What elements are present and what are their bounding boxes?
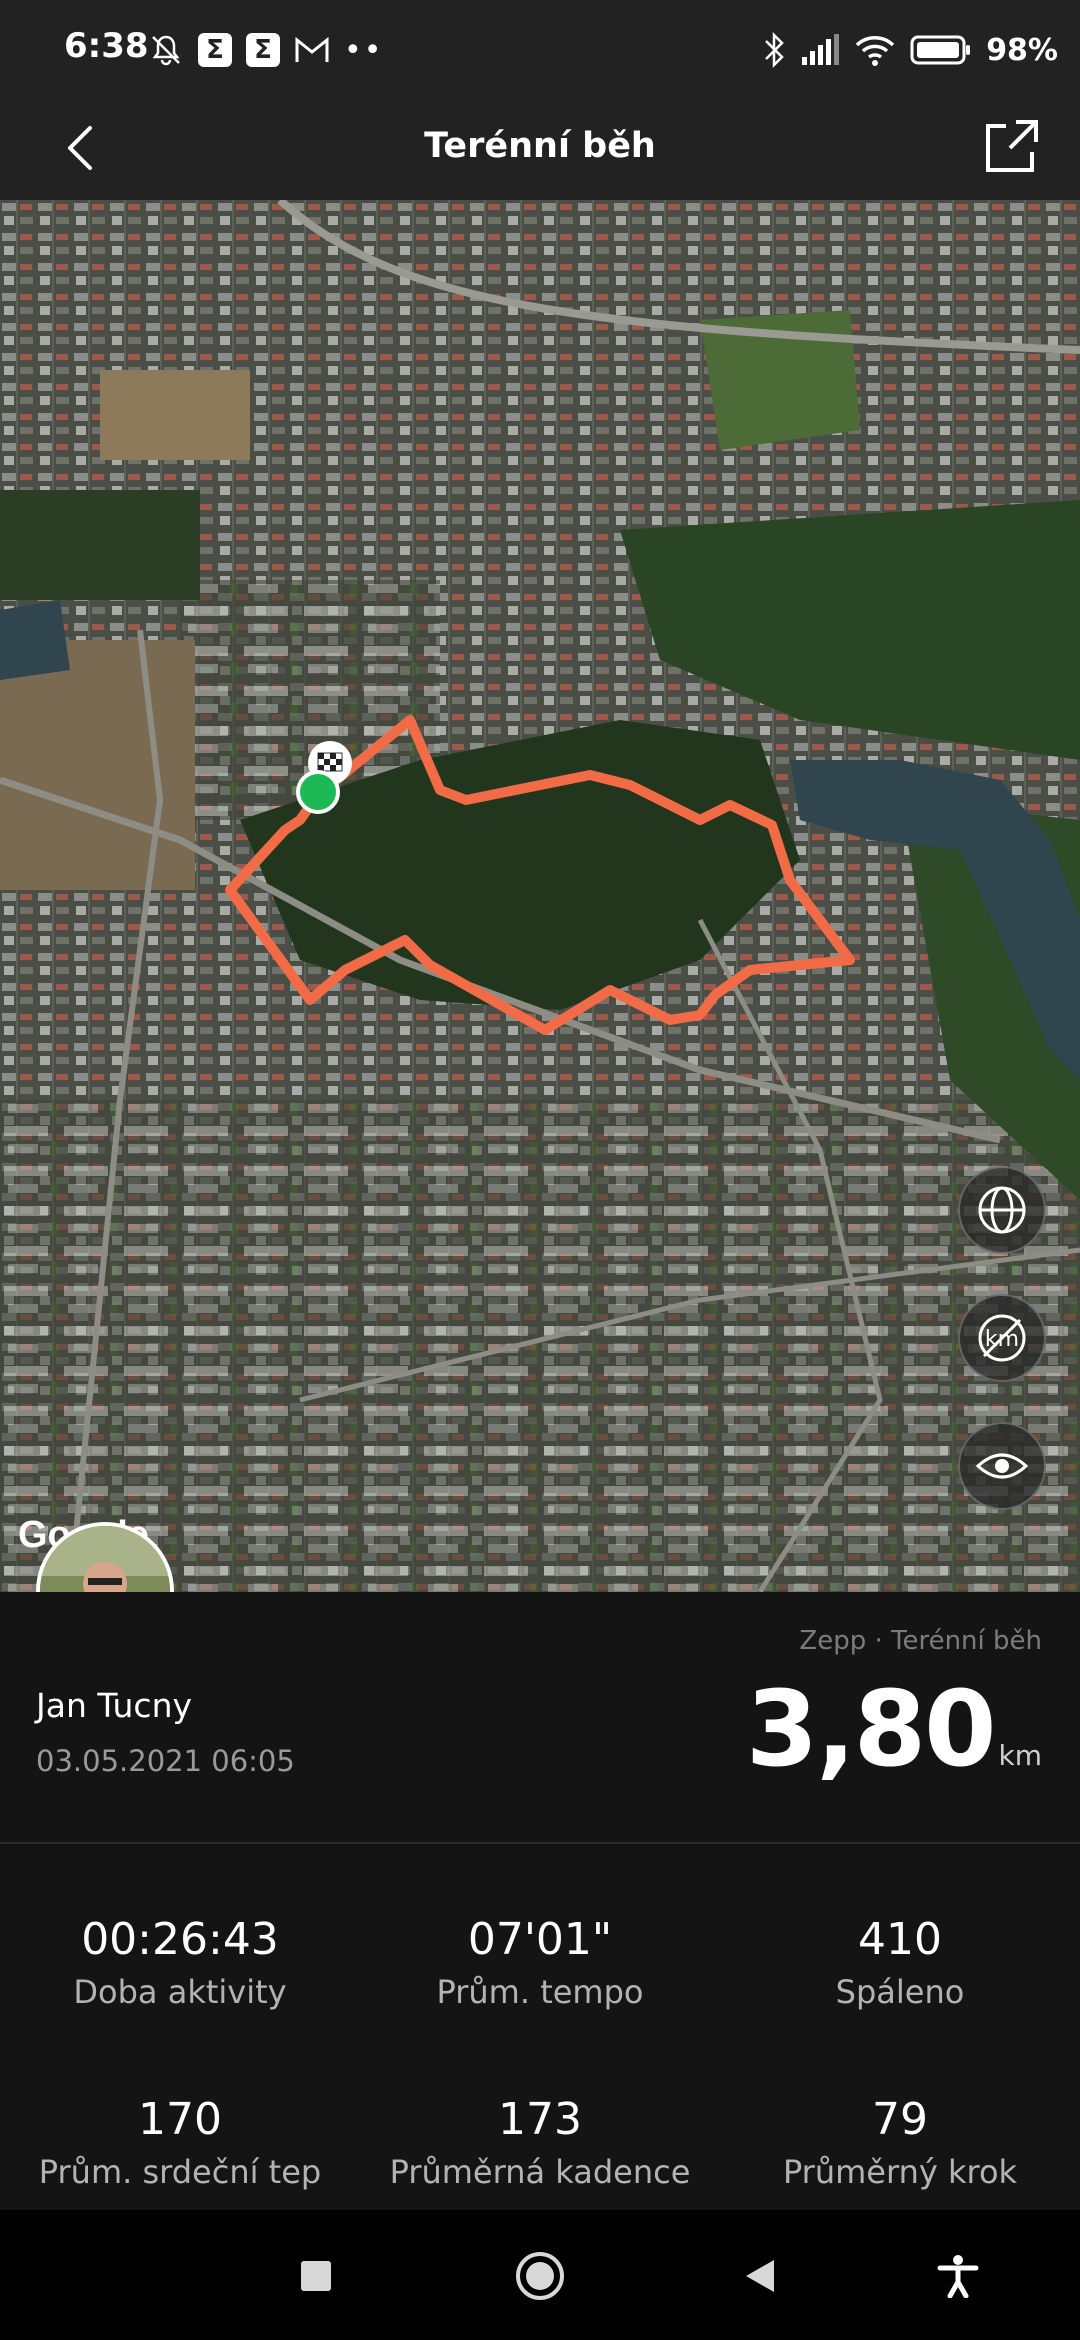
route-map[interactable]: km Google <box>0 200 1080 1592</box>
stat-value: 00:26:43 <box>81 1914 279 1965</box>
gmail-icon <box>295 36 329 62</box>
activity-date: 03.05.2021 06:05 <box>36 1744 295 1778</box>
start-marker <box>296 770 340 814</box>
recents-button[interactable] <box>284 2244 348 2308</box>
recents-square-icon <box>301 2261 331 2291</box>
share-button[interactable] <box>976 112 1044 180</box>
home-circle-icon <box>516 2252 564 2300</box>
share-icon <box>986 120 1038 172</box>
status-icons-left: Σ Σ •• <box>148 28 383 72</box>
km-toggle-icon: km <box>978 1314 1026 1362</box>
activity-source: Zepp · Terénní běh <box>799 1626 1042 1656</box>
sigma-icon: Σ <box>198 33 232 67</box>
stat-avg-pace: 07'01" Prům. tempo <box>360 1914 720 2011</box>
stat-label: Průměrný krok <box>782 2153 1018 2191</box>
visibility-toggle[interactable] <box>958 1422 1046 1510</box>
stat-value: 07'01" <box>467 1914 613 1965</box>
user-name: Jan Tucny <box>36 1686 193 1725</box>
divider <box>0 1842 1080 1844</box>
signal-icon <box>802 34 840 65</box>
stat-label: Prům. srdeční tep <box>38 2153 322 2191</box>
accessibility-icon <box>937 2255 979 2298</box>
battery-percent: 98% <box>986 32 1058 68</box>
home-button[interactable] <box>508 2244 572 2308</box>
distance-display: 3,80 km <box>746 1668 1042 1790</box>
page-title: Terénní běh <box>424 126 656 166</box>
stat-value: 410 <box>858 1914 942 1965</box>
eye-icon <box>975 1453 1029 1479</box>
app-header: Terénní běh <box>0 96 1080 200</box>
km-markers-toggle[interactable]: km <box>958 1294 1046 1382</box>
globe-icon <box>978 1186 1026 1234</box>
back-nav-button[interactable] <box>728 2244 792 2308</box>
stat-label: Prům. tempo <box>436 1973 644 2011</box>
stat-value: 170 <box>138 2094 222 2145</box>
bluetooth-icon <box>765 31 784 69</box>
status-time: 6:38 <box>64 26 149 66</box>
back-triangle-icon <box>746 2260 774 2292</box>
system-nav-bar <box>0 2210 1080 2340</box>
stat-value: 173 <box>498 2094 582 2145</box>
map-type-button[interactable] <box>958 1166 1046 1254</box>
stat-label: Doba aktivity <box>73 1973 287 2011</box>
stat-label: Spáleno <box>835 1973 965 2011</box>
battery-icon <box>910 35 971 65</box>
distance-unit: km <box>998 1739 1043 1772</box>
satellite-map <box>0 200 1080 1592</box>
stat-label: Průměrná kadence <box>389 2153 691 2191</box>
status-icons-right: 98% <box>762 28 1058 72</box>
more-dots-icon: •• <box>344 32 384 68</box>
distance-value: 3,80 <box>745 1668 997 1790</box>
stat-duration: 00:26:43 Doba aktivity <box>0 1914 360 2011</box>
wifi-icon <box>855 36 895 66</box>
accessibility-button[interactable] <box>926 2244 990 2308</box>
stat-avg-cadence: 173 Průměrná kadence <box>360 2094 720 2191</box>
stat-value: 79 <box>872 2094 928 2145</box>
muted-bell-icon <box>152 35 180 66</box>
sigma-icon: Σ <box>246 33 280 67</box>
stat-avg-heart-rate: 170 Prům. srdeční tep <box>0 2094 360 2191</box>
stat-avg-stride: 79 Průměrný krok <box>720 2094 1080 2191</box>
status-bar: 6:38 Σ Σ •• 98% <box>0 0 1080 96</box>
stat-calories: 410 Spáleno <box>720 1914 1080 2011</box>
